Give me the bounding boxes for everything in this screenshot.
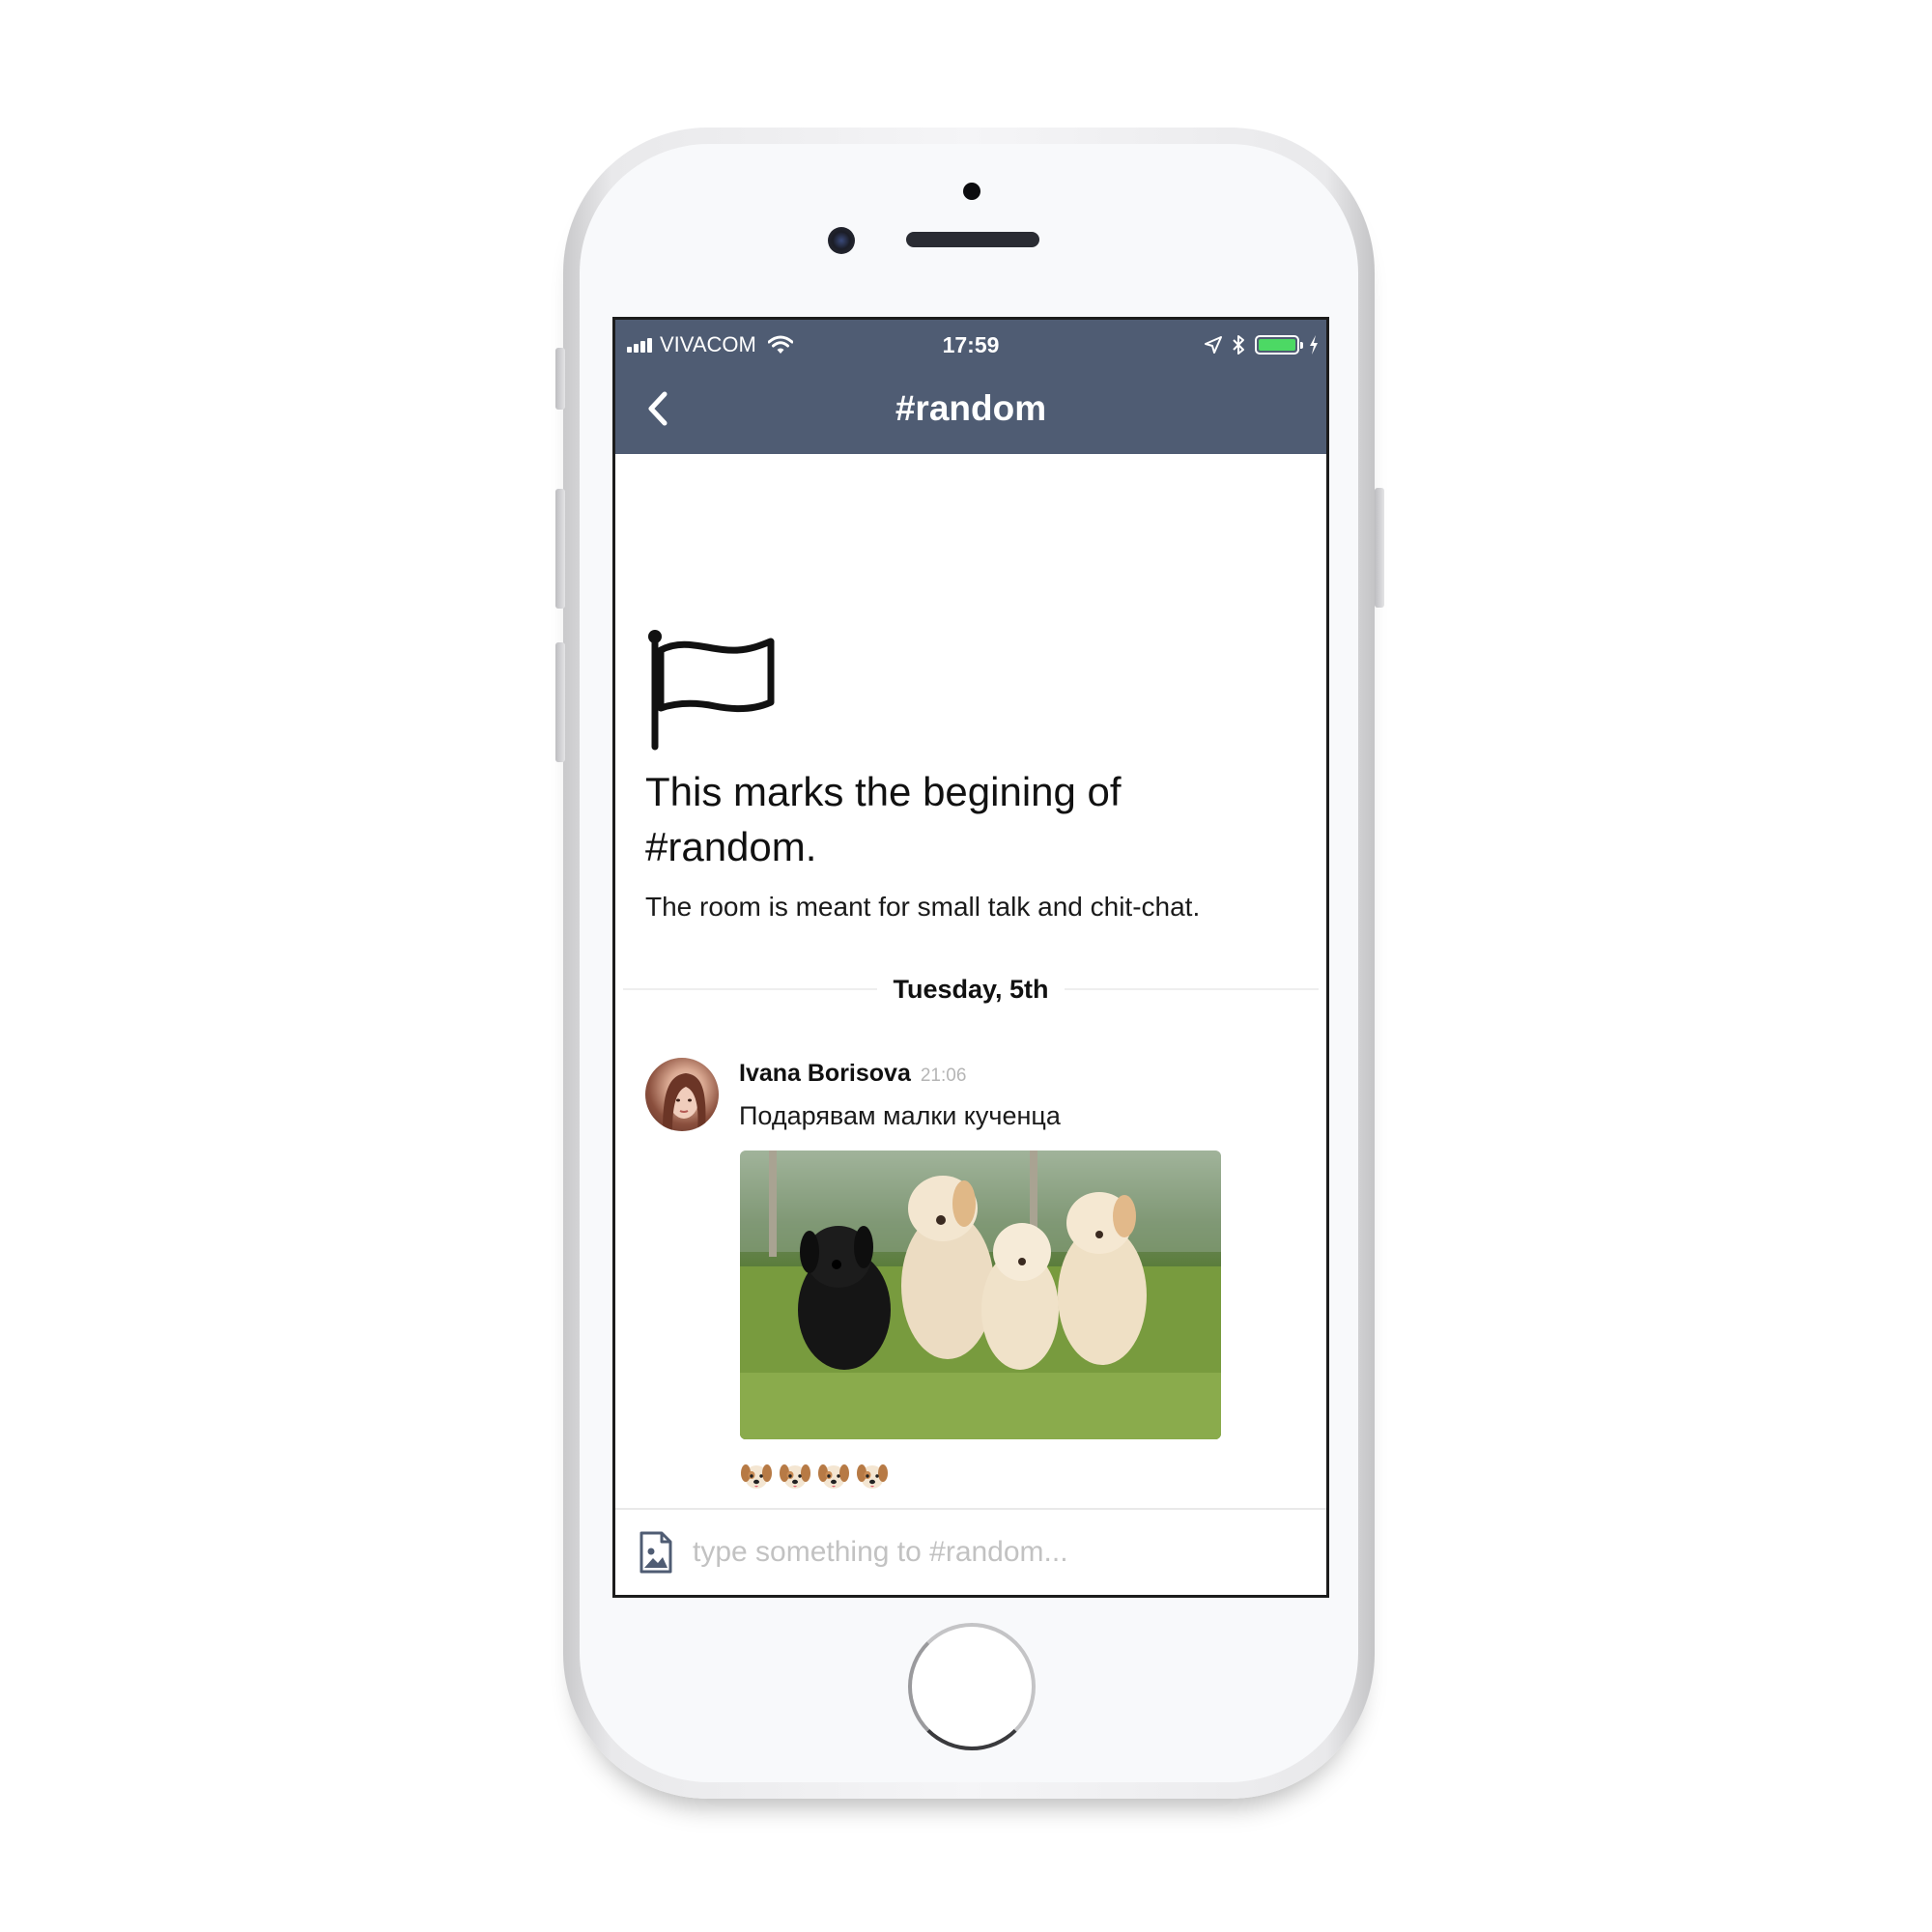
puppies-photo[interactable]: [740, 1151, 1221, 1439]
divider-line: [1064, 988, 1320, 990]
mute-switch: [555, 348, 565, 410]
dog-face-icon[interactable]: [855, 1458, 890, 1492]
battery-level: [1259, 339, 1295, 351]
bluetooth-icon: [1233, 335, 1244, 355]
divider-line: [623, 988, 878, 990]
intro-title: This marks the begining of #random.: [645, 769, 1122, 869]
attach-image-button[interactable]: [639, 1531, 675, 1574]
front-camera: [828, 227, 855, 254]
avatar[interactable]: [645, 1058, 719, 1131]
channel-title: #random: [895, 388, 1047, 428]
dog-face-icon[interactable]: [778, 1458, 812, 1492]
message-author[interactable]: Ivana Borisova: [739, 1060, 911, 1088]
status-bar-right: [1205, 331, 1319, 358]
top-bar: VIVACOM 17:59 #random: [615, 320, 1326, 454]
volume-down-button: [555, 642, 565, 762]
proximity-sensor: [963, 183, 980, 200]
power-button: [1375, 488, 1384, 608]
image-attach-icon: [639, 1531, 672, 1574]
flag-icon: [648, 630, 775, 751]
home-button[interactable]: [908, 1623, 1036, 1750]
message-text: Подарявам малки кученца: [739, 1101, 1061, 1130]
intro-description: The room is meant for small talk and chi…: [645, 892, 1201, 922]
battery-icon: [1255, 335, 1303, 355]
dog-face-icon[interactable]: [816, 1458, 851, 1492]
message-time: 21:06: [920, 1065, 967, 1086]
volume-up-button: [555, 489, 565, 609]
message-header: Ivana Borisova 21:06: [739, 1060, 966, 1088]
reactions: [739, 1458, 890, 1492]
message-input[interactable]: [693, 1523, 1326, 1581]
dog-face-icon[interactable]: [739, 1458, 774, 1492]
charging-icon: [1310, 335, 1318, 355]
earpiece-speaker: [906, 232, 1039, 247]
message-composer: [615, 1508, 1326, 1595]
location-icon: [1205, 336, 1222, 354]
date-divider: Tuesday, 5th: [623, 972, 1320, 1007]
app-screen: VIVACOM 17:59 #random This marks the beg…: [612, 317, 1329, 1598]
date-label: Tuesday, 5th: [893, 974, 1049, 1004]
